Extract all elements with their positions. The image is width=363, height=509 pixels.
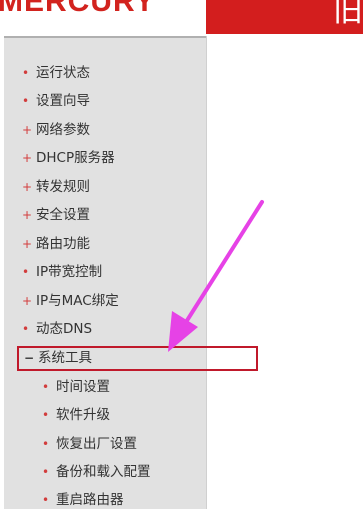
sidebar-item-label: 重启路由器 bbox=[56, 492, 124, 508]
sidebar-divider bbox=[206, 36, 207, 509]
sidebar-item-label: 安全设置 bbox=[36, 207, 90, 223]
sidebar-item-label: 网络参数 bbox=[36, 122, 90, 138]
sidebar-item-label: 动态DNS bbox=[36, 321, 93, 337]
expand-icon: + bbox=[22, 294, 33, 308]
sidebar-item-dhcp-server[interactable]: + DHCP服务器 bbox=[22, 148, 115, 168]
sidebar-item-label: 转发规则 bbox=[36, 179, 90, 195]
sidebar-item-label: 备份和载入配置 bbox=[56, 464, 151, 480]
header-bar: MERCURY 旧 bbox=[0, 0, 363, 34]
bullet-icon: • bbox=[42, 380, 50, 394]
expand-icon: + bbox=[22, 208, 33, 222]
brand-logo: MERCURY bbox=[0, 0, 156, 18]
sidebar-item-label: 设置向导 bbox=[36, 93, 90, 109]
sidebar-item-label: 时间设置 bbox=[56, 379, 110, 395]
sidebar-subitem-time-settings[interactable]: • 时间设置 bbox=[42, 377, 110, 397]
sidebar-item-label: 恢复出厂设置 bbox=[56, 436, 137, 452]
sidebar-item-setup-wizard[interactable]: • 设置向导 bbox=[22, 91, 90, 111]
sidebar-item-routing[interactable]: + 路由功能 bbox=[22, 234, 90, 254]
header-banner-text: 旧 bbox=[333, 0, 363, 29]
sidebar-item-label: 路由功能 bbox=[36, 236, 90, 252]
sidebar-subitem-firmware-upgrade[interactable]: • 软件升级 bbox=[42, 405, 110, 425]
expand-icon: + bbox=[22, 180, 33, 194]
sidebar-item-label: IP带宽控制 bbox=[36, 264, 103, 280]
sidebar-item-label: 运行状态 bbox=[36, 65, 90, 81]
expand-icon: + bbox=[22, 151, 33, 165]
sidebar-item-ip-bandwidth[interactable]: • IP带宽控制 bbox=[22, 262, 102, 282]
sidebar-item-dynamic-dns[interactable]: • 动态DNS bbox=[22, 319, 92, 339]
sidebar-subitem-reboot-router[interactable]: • 重启路由器 bbox=[42, 490, 124, 509]
sidebar-item-forwarding-rules[interactable]: + 转发规则 bbox=[22, 177, 90, 197]
sidebar-item-security-settings[interactable]: + 安全设置 bbox=[22, 205, 90, 225]
bullet-icon: • bbox=[22, 265, 30, 279]
bullet-icon: • bbox=[42, 408, 50, 422]
sidebar-item-ip-mac-binding[interactable]: + IP与MAC绑定 bbox=[22, 291, 119, 311]
bullet-icon: • bbox=[42, 465, 50, 479]
bullet-icon: • bbox=[22, 94, 30, 108]
router-admin-page: MERCURY 旧 • 运行状态 • 设置向导 + 网络参数 + DHCP服务器 + 转发… bbox=[0, 0, 363, 509]
highlight-box bbox=[17, 346, 258, 371]
sidebar-subitem-backup-restore[interactable]: • 备份和载入配置 bbox=[42, 462, 151, 482]
bullet-icon: • bbox=[22, 66, 30, 80]
sidebar-item-running-status[interactable]: • 运行状态 bbox=[22, 63, 90, 83]
expand-icon: + bbox=[22, 123, 33, 137]
sidebar-item-label: DHCP服务器 bbox=[36, 150, 115, 166]
sidebar-item-label: 软件升级 bbox=[56, 407, 110, 423]
bullet-icon: • bbox=[42, 437, 50, 451]
bullet-icon: • bbox=[42, 493, 50, 507]
sidebar-item-network-params[interactable]: + 网络参数 bbox=[22, 120, 90, 140]
sidebar-item-label: IP与MAC绑定 bbox=[36, 293, 119, 309]
sidebar-subitem-factory-reset[interactable]: • 恢复出厂设置 bbox=[42, 434, 137, 454]
bullet-icon: • bbox=[22, 322, 30, 336]
expand-icon: + bbox=[22, 237, 33, 251]
